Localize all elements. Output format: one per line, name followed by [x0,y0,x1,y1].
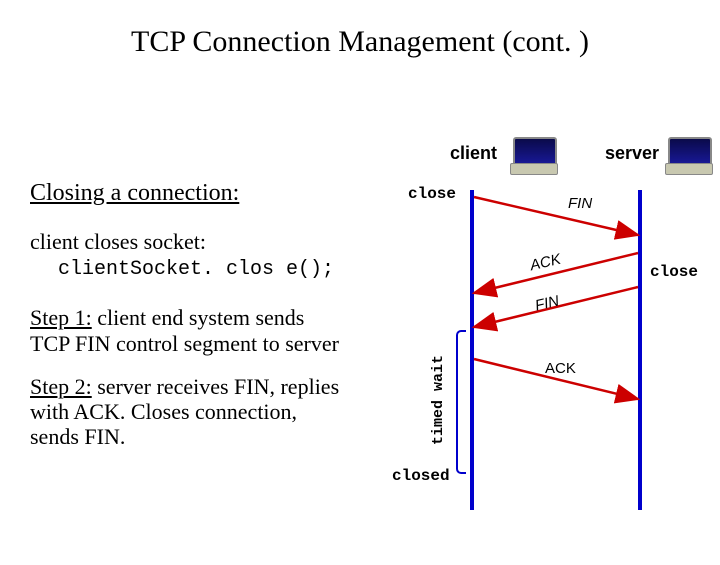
step1-label: Step 1: [30,305,92,330]
page-title: TCP Connection Management (cont. ) [0,25,720,59]
step2-label: Step 2: [30,374,92,399]
fin-msg-1: FIN [568,195,592,212]
step2-block: Step 2: server receives FIN, replies wit… [30,374,340,450]
socket-close-block: client closes socket: clientSocket. clos… [30,229,340,281]
message-arrows [350,135,710,555]
ack-msg-2: ACK [545,360,576,377]
socket-code: clientSocket. clos e(); [30,258,334,281]
closed-event: closed [392,467,450,485]
close-event-server: close [650,263,698,281]
closing-heading: Closing a connection: [30,180,340,207]
step1-block: Step 1: client end system sends TCP FIN … [30,305,340,356]
close-event-client: close [408,185,456,203]
sequence-diagram: client server close FIN ACK FIN ACK clos… [350,135,710,555]
explanation-column: Closing a connection: client closes sock… [30,180,340,464]
timed-wait-label: timed wait [430,355,447,445]
socket-intro-text: client closes socket: [30,229,206,254]
timed-wait-brace [456,330,466,474]
